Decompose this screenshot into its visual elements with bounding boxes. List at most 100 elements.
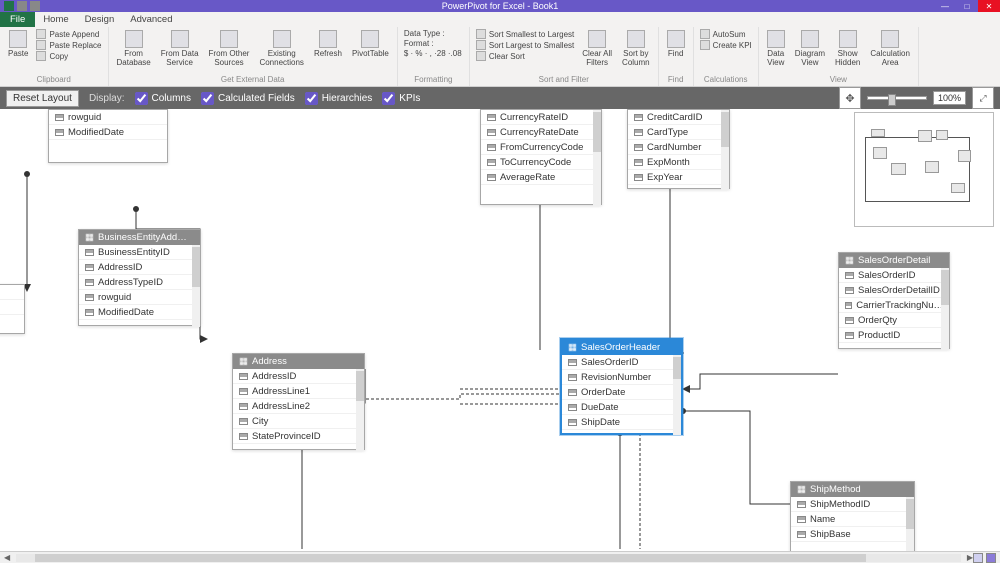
scrollbar[interactable] [721, 110, 729, 190]
sort-desc-button[interactable]: Sort Largest to Smallest [476, 40, 574, 50]
table-header[interactable]: ▦Address [233, 354, 364, 369]
refresh-button[interactable]: Refresh [312, 29, 344, 59]
columns-checkbox[interactable]: Columns [135, 92, 191, 105]
column-row[interactable]: SalesOrderDetailID [839, 283, 949, 298]
menu-advanced[interactable]: Advanced [122, 12, 180, 27]
format-dropdown[interactable]: Format : [404, 39, 463, 48]
paste-replace-button[interactable]: Paste Replace [36, 40, 101, 50]
table-header[interactable]: ▦BusinessEntityAdd… [79, 230, 200, 245]
scrollbar[interactable] [356, 369, 364, 451]
menu-design[interactable]: Design [77, 12, 123, 27]
table-credit-card[interactable]: CreditCardID CardType CardNumber ExpMont… [627, 109, 730, 189]
column-row[interactable]: AddressLine2 [233, 399, 364, 414]
minimap[interactable] [854, 112, 994, 227]
scrollbar[interactable] [941, 268, 949, 350]
column-row[interactable]: OrderDate [562, 385, 681, 400]
column-row[interactable]: AddressID [233, 369, 364, 384]
column-row[interactable]: AverageRate [481, 170, 601, 185]
column-row[interactable]: ExpYear [628, 170, 729, 185]
column-row[interactable]: City [233, 414, 364, 429]
column-row[interactable]: SalesOrderID [562, 355, 681, 370]
existing-connections-button[interactable]: Existing Connections [257, 29, 305, 68]
pan-tool-button[interactable]: ✥ [839, 87, 861, 109]
scrollbar[interactable] [673, 355, 681, 435]
column-row[interactable]: StateProvinceID [233, 429, 364, 444]
zoom-value[interactable]: 100% [933, 91, 966, 105]
column-row[interactable]: rowguid [49, 110, 167, 125]
column-row[interactable]: rowguid [79, 290, 200, 305]
column-row[interactable]: ShipDate [562, 415, 681, 430]
zoom-slider[interactable] [867, 96, 927, 100]
clear-sort-button[interactable]: Clear Sort [476, 51, 574, 61]
save-icon[interactable] [17, 1, 27, 11]
create-kpi-button[interactable]: Create KPI [700, 40, 752, 50]
table-box[interactable]: rowguid ModifiedDate [48, 109, 168, 163]
menu-home[interactable]: Home [35, 12, 76, 27]
from-other-button[interactable]: From Other Sources [207, 29, 252, 68]
find-button[interactable]: Find [665, 29, 687, 59]
paste-button[interactable]: Paste [6, 29, 30, 59]
column-row[interactable]: ShipBase [791, 527, 914, 542]
column-row[interactable]: CurrencyRateDate [481, 125, 601, 140]
paste-append-button[interactable]: Paste Append [36, 29, 101, 39]
scroll-left-icon[interactable]: ◀ [4, 553, 10, 562]
clear-filters-button[interactable]: Clear All Filters [580, 29, 614, 68]
grid-view-icon[interactable] [973, 553, 983, 563]
table-header[interactable]: ▦SalesOrderDetail [839, 253, 949, 268]
table-sales-order-header[interactable]: ▦SalesOrderHeader SalesOrderID RevisionN… [560, 338, 683, 435]
column-row[interactable]: ExpMonth [628, 155, 729, 170]
table-box[interactable]: peID Date [0, 284, 25, 334]
hierarchies-checkbox[interactable]: Hierarchies [305, 92, 373, 105]
column-row[interactable]: CarrierTrackingNu… [839, 298, 949, 313]
calc-area-button[interactable]: Calculation Area [868, 29, 912, 68]
datatype-dropdown[interactable]: Data Type : [404, 29, 463, 38]
column-row[interactable]: FromCurrencyCode [481, 140, 601, 155]
minimize-button[interactable]: — [934, 0, 956, 12]
table-sales-order-detail[interactable]: ▦SalesOrderDetail SalesOrderID SalesOrde… [838, 252, 950, 349]
column-row[interactable]: peID [0, 285, 24, 300]
scrollbar[interactable] [906, 497, 914, 557]
column-row[interactable]: ModifiedDate [79, 305, 200, 320]
table-header[interactable]: ▦SalesOrderHeader [562, 340, 681, 355]
column-row[interactable]: CurrencyRateID [481, 110, 601, 125]
column-row[interactable]: ShipMethodID [791, 497, 914, 512]
undo-icon[interactable] [30, 1, 40, 11]
sortby-column-button[interactable]: Sort by Column [620, 29, 652, 68]
column-row[interactable]: OrderQty [839, 313, 949, 328]
copy-button[interactable]: Copy [36, 51, 101, 61]
column-row[interactable]: CardNumber [628, 140, 729, 155]
table-ship-method[interactable]: ▦ShipMethod ShipMethodID Name ShipBase [790, 481, 915, 556]
column-row[interactable]: AddressTypeID [79, 275, 200, 290]
column-row[interactable]: Date [0, 300, 24, 315]
autosum-button[interactable]: AutoSum [700, 29, 752, 39]
menu-file[interactable]: File [0, 12, 35, 27]
diagram-canvas[interactable]: rowguid ModifiedDate peID Date ▦Business… [0, 109, 1000, 563]
scrollbar[interactable] [192, 245, 200, 327]
maximize-button[interactable]: □ [956, 0, 978, 12]
reset-layout-button[interactable]: Reset Layout [6, 90, 79, 107]
kpis-checkbox[interactable]: KPIs [382, 92, 420, 105]
column-row[interactable]: AddressLine1 [233, 384, 364, 399]
close-button[interactable]: ✕ [978, 0, 1000, 12]
column-row[interactable]: RevisionNumber [562, 370, 681, 385]
format-symbols[interactable]: $ · % · , ·28 ·.08 [404, 49, 463, 58]
from-dataservice-button[interactable]: From Data Service [159, 29, 201, 68]
sort-asc-button[interactable]: Sort Smallest to Largest [476, 29, 574, 39]
show-hidden-button[interactable]: Show Hidden [833, 29, 862, 68]
column-row[interactable]: ModifiedDate [49, 125, 167, 140]
diagram-view-icon[interactable] [986, 553, 996, 563]
column-row[interactable]: AddressID [79, 260, 200, 275]
column-row[interactable]: Name [791, 512, 914, 527]
fit-button[interactable]: ⤢ [972, 87, 994, 109]
table-address[interactable]: ▦Address AddressID AddressLine1 AddressL… [232, 353, 365, 450]
pivottable-button[interactable]: PivotTable [350, 29, 391, 59]
calcfields-checkbox[interactable]: Calculated Fields [201, 92, 295, 105]
column-row[interactable]: CreditCardID [628, 110, 729, 125]
column-row[interactable]: ToCurrencyCode [481, 155, 601, 170]
column-row[interactable]: CardType [628, 125, 729, 140]
scrollbar[interactable] [593, 110, 601, 206]
table-header[interactable]: ▦ShipMethod [791, 482, 914, 497]
table-currency-rate[interactable]: CurrencyRateID CurrencyRateDate FromCurr… [480, 109, 602, 205]
horizontal-scrollbar[interactable] [16, 554, 961, 562]
column-row[interactable]: DueDate [562, 400, 681, 415]
